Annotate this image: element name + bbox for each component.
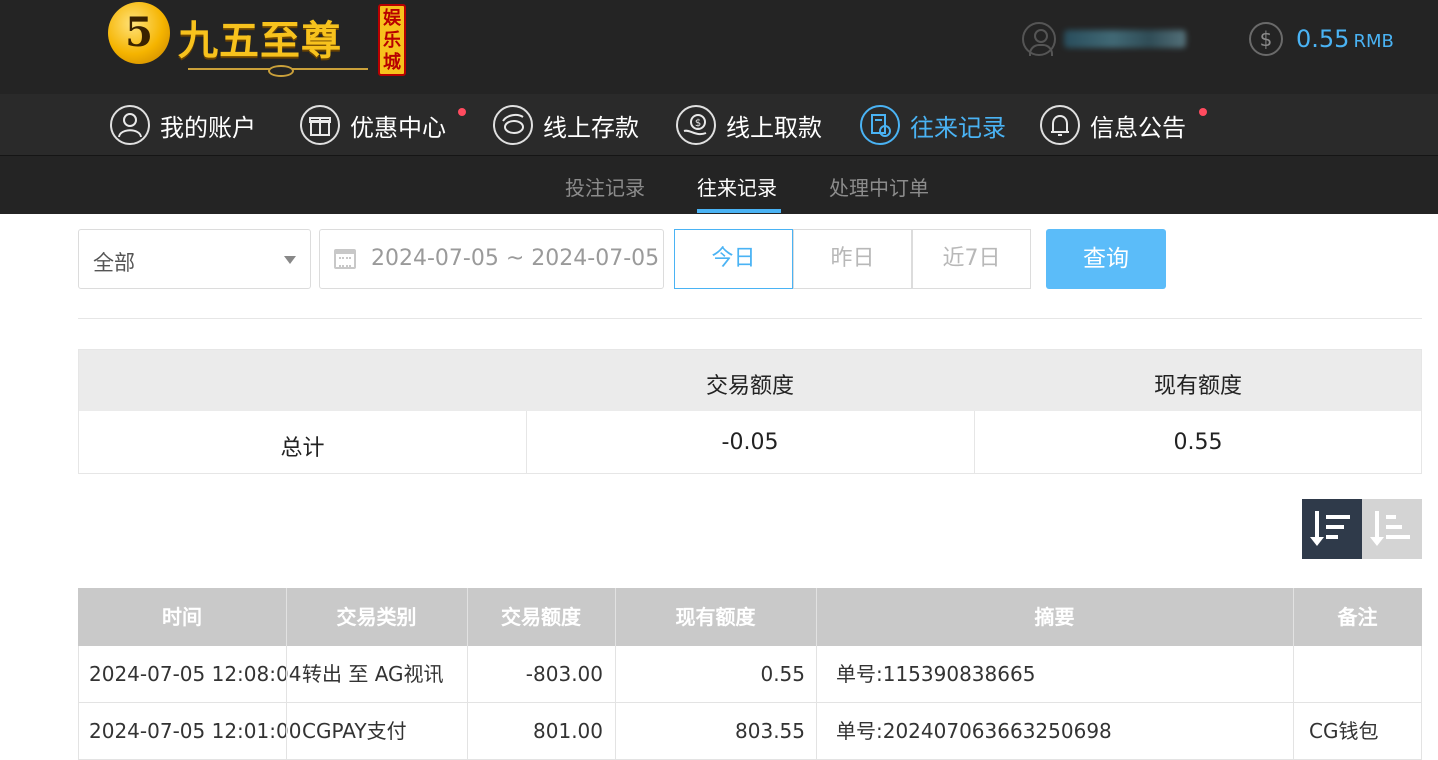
- nav-label: 往来记录: [910, 113, 1006, 142]
- cell-current-amount: 803.55: [735, 719, 805, 743]
- gift-icon: [300, 105, 340, 145]
- cell-summary: 单号:202407063663250698: [836, 719, 1112, 743]
- header-current-amount: 现有额度: [675, 605, 756, 629]
- withdraw-icon: $: [676, 105, 716, 145]
- user-icon: [110, 105, 150, 145]
- cell-divider: [816, 703, 817, 760]
- summary-current-amount: 0.55: [1173, 430, 1223, 455]
- balance-unit: RMB: [1353, 31, 1394, 52]
- table-row: 2024-07-05 12:01:00 CGPAY支付 801.00 803.5…: [78, 703, 1422, 760]
- cell-type: CGPAY支付: [302, 719, 407, 743]
- logo-ornament: [188, 65, 368, 77]
- summary-trade-amount: -0.05: [721, 430, 779, 455]
- sub-nav: 投注记录 往来记录 处理中订单: [0, 156, 1438, 214]
- nav-item-announcements[interactable]: 信息公告: [1040, 104, 1186, 146]
- type-select-value: 全部: [93, 251, 135, 275]
- cell-trade-amount: 801.00: [533, 719, 603, 743]
- cell-time: 2024-07-05 12:01:00: [89, 719, 302, 743]
- chevron-down-icon: [284, 256, 296, 264]
- balance-display: $ 0.55 RMB: [1249, 22, 1399, 58]
- svg-text:$: $: [695, 118, 701, 129]
- cell-divider: [1293, 646, 1294, 703]
- sort-line: [1386, 515, 1396, 519]
- nav-label: 线上存款: [543, 113, 639, 142]
- logo-text: 九五至尊: [178, 18, 342, 64]
- cell-type: 转出 至 AG视讯: [302, 662, 444, 686]
- cell-trade-amount: -803.00: [525, 662, 603, 686]
- yesterday-button[interactable]: 昨日: [793, 229, 912, 289]
- nav-item-records[interactable]: 往来记录: [860, 104, 1006, 146]
- logo-mark: 5: [108, 2, 170, 64]
- summary-total-label: 总计: [280, 436, 325, 461]
- user-info[interactable]: [1022, 22, 1192, 58]
- bell-icon: [1040, 105, 1080, 145]
- table-row: 2024-07-05 12:08:04 转出 至 AG视讯 -803.00 0.…: [78, 646, 1422, 703]
- sort-descending-button[interactable]: [1302, 499, 1362, 559]
- notification-dot: [458, 108, 466, 116]
- summary-header-current: 现有额度: [1153, 374, 1242, 399]
- nav-item-deposit[interactable]: 线上存款: [493, 104, 639, 146]
- summary-header: 交易额度 现有额度: [79, 350, 1421, 411]
- header-type: 交易类别: [336, 605, 417, 629]
- cell-divider: [1293, 703, 1294, 760]
- sort-descending-icon: [1310, 511, 1324, 546]
- sort-line: [1326, 515, 1350, 519]
- deposit-icon: [493, 105, 533, 145]
- notification-dot: [1199, 108, 1207, 116]
- header-trade-amount: 交易额度: [501, 605, 581, 629]
- summary-table: 交易额度 现有额度 总计 -0.05 0.55: [78, 349, 1422, 474]
- header-time: 时间: [162, 605, 202, 629]
- balance-value: 0.55 RMB: [1296, 25, 1394, 53]
- tab-transaction-records[interactable]: 往来记录: [697, 172, 777, 201]
- summary-header-trade: 交易额度: [705, 374, 794, 399]
- username-redacted: [1064, 30, 1186, 48]
- tab-pending-orders[interactable]: 处理中订单: [829, 172, 929, 201]
- user-icon: [1022, 22, 1056, 56]
- logo-badge: 娱乐城: [378, 4, 406, 76]
- sort-ascending-icon: [1370, 511, 1384, 546]
- nav-label: 线上取款: [726, 113, 822, 142]
- dollar-icon: $: [1249, 22, 1283, 56]
- cell-divider: [286, 703, 287, 760]
- today-button[interactable]: 今日: [674, 229, 793, 289]
- nav-item-my-account[interactable]: 我的账户: [110, 104, 256, 146]
- date-range-picker[interactable]: 2024-07-05 ~ 2024-07-05: [319, 229, 664, 289]
- cell-current-amount: 0.55: [760, 662, 805, 686]
- cell-time: 2024-07-05 12:08:04: [89, 662, 302, 686]
- cell-remarks: CG钱包: [1309, 719, 1379, 743]
- nav-label: 优惠中心: [350, 113, 446, 142]
- header-summary: 摘要: [1034, 605, 1075, 629]
- main-nav: 我的账户 优惠中心 线上存款 $ 线上取款 往来记录 信息公告: [0, 94, 1438, 156]
- site-logo[interactable]: 5 九五至尊 娱乐城: [106, 2, 406, 77]
- records-header: 时间 交易类别 交易额度 现有额度 摘要 备注: [78, 588, 1422, 646]
- cell-summary: 单号:115390838665: [836, 662, 1036, 686]
- sort-line: [1386, 535, 1410, 539]
- active-tab-underline: [697, 209, 781, 213]
- header-remarks: 备注: [1337, 605, 1378, 629]
- sort-line: [1326, 525, 1344, 529]
- nav-item-promotions[interactable]: 优惠中心: [300, 104, 446, 146]
- divider: [78, 318, 1422, 319]
- sort-ascending-button[interactable]: [1362, 499, 1422, 559]
- nav-label: 信息公告: [1090, 113, 1186, 142]
- sort-line: [1386, 525, 1402, 529]
- top-header: 5 九五至尊 娱乐城 $ 0.55 RMB: [0, 0, 1438, 94]
- sort-line: [1326, 535, 1338, 539]
- calendar-icon: [334, 249, 356, 269]
- cell-divider: [286, 646, 287, 703]
- nav-item-withdraw[interactable]: $ 线上取款: [676, 104, 822, 146]
- tab-bet-records[interactable]: 投注记录: [565, 172, 645, 201]
- date-range-value: 2024-07-05 ~ 2024-07-05: [371, 246, 660, 271]
- nav-label: 我的账户: [160, 113, 256, 142]
- records-icon: [860, 105, 900, 145]
- cell-divider: [816, 646, 817, 703]
- query-button[interactable]: 查询: [1046, 229, 1166, 289]
- type-select[interactable]: 全部: [78, 229, 311, 289]
- last-7-days-button[interactable]: 近7日: [912, 229, 1031, 289]
